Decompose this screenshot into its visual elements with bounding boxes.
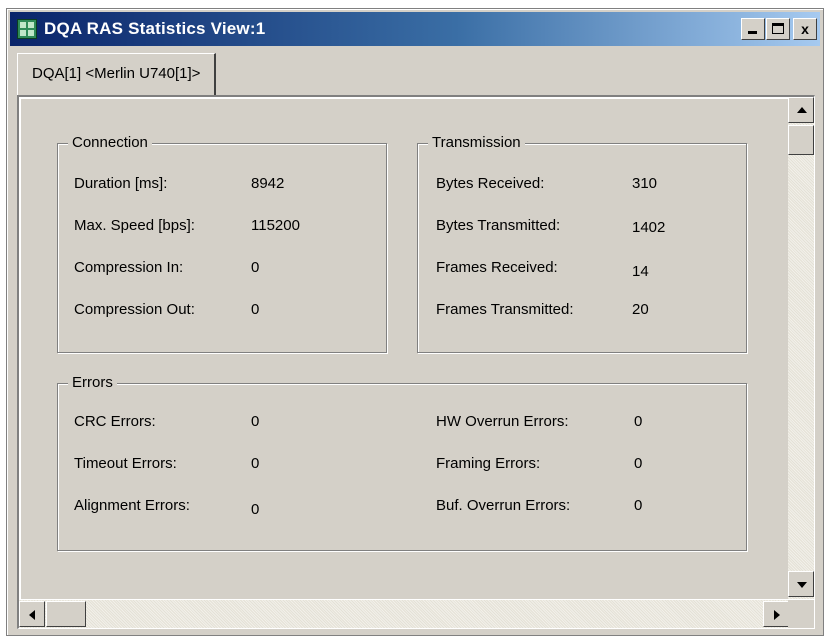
hw-overrun-errors-label: HW Overrun Errors:	[436, 413, 569, 430]
framing-errors-value: 0	[634, 455, 643, 472]
compression-in-label: Compression In:	[74, 259, 184, 276]
vertical-scrollbar[interactable]	[788, 97, 814, 599]
minimize-icon	[748, 31, 757, 34]
maximize-button[interactable]	[766, 18, 790, 40]
transmission-group: Transmission Bytes Received: 310 Bytes T…	[417, 133, 747, 353]
horizontal-scrollbar[interactable]	[19, 600, 789, 628]
vertical-scroll-thumb[interactable]	[788, 125, 814, 155]
arrow-down-icon	[797, 582, 807, 588]
scrollbar-corner	[788, 600, 814, 628]
errors-group-title: Errors	[68, 373, 117, 393]
buf-overrun-errors-label: Buf. Overrun Errors:	[436, 497, 571, 514]
bytes-received-label: Bytes Received:	[436, 175, 545, 192]
tab-dqa-merlin[interactable]: DQA[1] <Merlin U740[1]>	[17, 53, 217, 95]
content-frame: Connection Duration [ms]: 8942 Max. Spee…	[17, 95, 815, 629]
duration-label: Duration [ms]:	[74, 175, 168, 192]
arrow-right-icon	[774, 610, 780, 620]
tab-strip: DQA[1] <Merlin U740[1]>	[17, 51, 813, 95]
frames-received-label: Frames Received:	[436, 259, 558, 276]
close-button[interactable]: x	[793, 18, 817, 40]
arrow-up-icon	[797, 107, 807, 113]
max-speed-value: 115200	[251, 217, 300, 234]
frames-transmitted-value: 20	[632, 301, 649, 318]
horizontal-scroll-thumb[interactable]	[46, 601, 86, 627]
bytes-received-value: 310	[632, 175, 658, 192]
arrow-left-icon	[29, 610, 35, 620]
scroll-left-button[interactable]	[19, 601, 45, 627]
errors-group: Errors CRC Errors: 0 Timeout Errors: 0 A…	[57, 373, 747, 551]
bytes-transmitted-label: Bytes Transmitted:	[436, 217, 561, 234]
alignment-errors-label: Alignment Errors:	[74, 497, 190, 514]
title-bar[interactable]: DQA RAS Statistics View:1 x	[10, 12, 820, 46]
frames-received-value: 14	[632, 263, 649, 280]
timeout-errors-label: Timeout Errors:	[74, 455, 177, 472]
close-icon: x	[801, 21, 809, 37]
hw-overrun-errors-value: 0	[634, 413, 643, 430]
window-title: DQA RAS Statistics View:1	[44, 19, 266, 38]
crc-errors-label: CRC Errors:	[74, 413, 156, 430]
scroll-up-button[interactable]	[788, 97, 814, 123]
crc-errors-value: 0	[251, 413, 260, 430]
max-speed-label: Max. Speed [bps]:	[74, 217, 195, 234]
duration-value: 8942	[251, 175, 285, 192]
framing-errors-label: Framing Errors:	[436, 455, 541, 472]
minimize-button[interactable]	[741, 18, 765, 40]
compression-out-value: 0	[251, 301, 260, 318]
connection-group: Connection Duration [ms]: 8942 Max. Spee…	[57, 133, 387, 353]
bytes-transmitted-value: 1402	[632, 219, 666, 236]
compression-out-label: Compression Out:	[74, 301, 195, 318]
timeout-errors-value: 0	[251, 455, 260, 472]
scroll-right-button[interactable]	[763, 601, 789, 627]
grid-app-icon[interactable]	[17, 19, 37, 39]
connection-group-title: Connection	[68, 133, 152, 153]
maximize-icon	[772, 23, 784, 34]
statistics-panel: Connection Duration [ms]: 8942 Max. Spee…	[21, 99, 789, 599]
compression-in-value: 0	[251, 259, 260, 276]
transmission-group-title: Transmission	[428, 133, 525, 153]
scroll-down-button[interactable]	[788, 571, 814, 597]
statistics-window: DQA RAS Statistics View:1 x DQA[1] <Merl…	[6, 8, 824, 636]
buf-overrun-errors-value: 0	[634, 497, 643, 514]
frames-transmitted-label: Frames Transmitted:	[436, 301, 574, 318]
alignment-errors-value: 0	[251, 501, 260, 518]
